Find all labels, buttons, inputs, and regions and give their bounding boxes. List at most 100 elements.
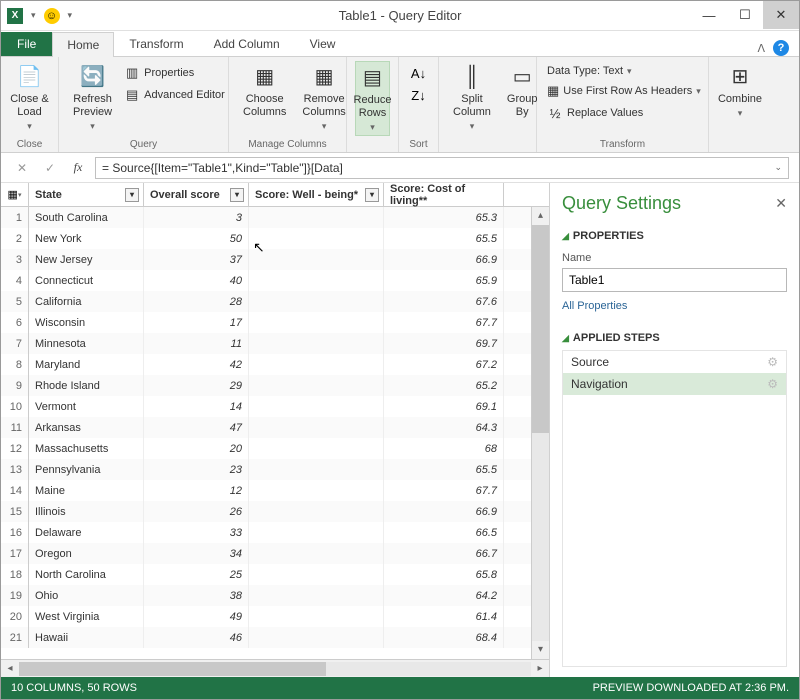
query-name-input[interactable] [562,268,787,292]
choose-columns-button[interactable]: ▦Choose Columns [237,61,292,121]
cell-overall-score[interactable]: 46 [144,627,249,648]
col-header-overall[interactable]: Overall score▾ [144,183,249,206]
scroll-thumb[interactable] [532,225,549,433]
applied-steps-heading[interactable]: ◢APPLIED STEPS [562,332,787,344]
table-row[interactable]: 12Massachusetts2068 [1,438,531,459]
data-type-button[interactable]: Data Type: Text ▾ [545,63,700,79]
cell-wellbeing[interactable] [249,396,384,417]
table-row[interactable]: 10Vermont1469.1 [1,396,531,417]
vertical-scrollbar[interactable]: ▴ ▾ [531,207,549,659]
cell-overall-score[interactable]: 42 [144,354,249,375]
cell-overall-score[interactable]: 3 [144,207,249,228]
formula-cancel-icon[interactable]: ✕ [11,157,33,179]
cell-cost-living[interactable]: 65.5 [384,228,504,249]
cell-overall-score[interactable]: 17 [144,312,249,333]
col-header-wellbeing[interactable]: Score: Well - being*▾ [249,183,384,206]
col-header-cost[interactable]: Score: Cost of living** [384,183,504,206]
table-row[interactable]: 13Pennsylvania2365.5 [1,459,531,480]
close-load-button[interactable]: 📄 Close & Load ▾ [9,61,50,134]
cell-wellbeing[interactable] [249,249,384,270]
cell-state[interactable]: Massachusetts [29,438,144,459]
cell-wellbeing[interactable] [249,501,384,522]
formula-input[interactable]: = Source{[Item="Table1",Kind="Table"]}[D… [95,157,789,179]
formula-accept-icon[interactable]: ✓ [39,157,61,179]
cell-wellbeing[interactable] [249,228,384,249]
table-row[interactable]: 7Minnesota1169.7 [1,333,531,354]
cell-cost-living[interactable]: 65.3 [384,207,504,228]
cell-wellbeing[interactable] [249,438,384,459]
cell-cost-living[interactable]: 67.7 [384,312,504,333]
cell-wellbeing[interactable] [249,585,384,606]
cell-overall-score[interactable]: 33 [144,522,249,543]
help-icon[interactable]: ? [773,40,789,56]
table-row[interactable]: 9Rhode Island2965.2 [1,375,531,396]
cell-cost-living[interactable]: 67.6 [384,291,504,312]
cell-overall-score[interactable]: 25 [144,564,249,585]
scroll-left-icon[interactable]: ◂ [1,663,19,674]
cell-overall-score[interactable]: 37 [144,249,249,270]
cell-state[interactable]: Illinois [29,501,144,522]
cell-wellbeing[interactable] [249,564,384,585]
table-row[interactable]: 6Wisconsin1767.7 [1,312,531,333]
cell-state[interactable]: New York [29,228,144,249]
cell-state[interactable]: Oregon [29,543,144,564]
cell-cost-living[interactable]: 69.7 [384,333,504,354]
gear-icon[interactable]: ⚙ [767,377,778,391]
advanced-editor-button[interactable]: ▤Advanced Editor [122,85,227,105]
scroll-down-icon[interactable]: ▾ [532,641,549,659]
cell-wellbeing[interactable] [249,627,384,648]
filter-dropdown-icon[interactable]: ▾ [230,188,244,202]
cell-wellbeing[interactable] [249,543,384,564]
cell-cost-living[interactable]: 67.7 [384,480,504,501]
smiley-icon[interactable]: ☺ [44,8,60,24]
cell-overall-score[interactable]: 47 [144,417,249,438]
cell-overall-score[interactable]: 38 [144,585,249,606]
first-row-headers-button[interactable]: ▦Use First Row As Headers ▾ [545,81,700,101]
table-row[interactable]: 19Ohio3864.2 [1,585,531,606]
cell-cost-living[interactable]: 64.3 [384,417,504,438]
cell-state[interactable]: Arkansas [29,417,144,438]
cell-overall-score[interactable]: 50 [144,228,249,249]
refresh-preview-button[interactable]: 🔄 Refresh Preview ▾ [67,61,118,134]
cell-wellbeing[interactable] [249,333,384,354]
minimize-button[interactable]: — [691,1,727,29]
close-button[interactable]: ✕ [763,1,799,29]
gear-icon[interactable]: ⚙ [767,355,778,369]
cell-state[interactable]: Vermont [29,396,144,417]
cell-state[interactable]: Ohio [29,585,144,606]
cell-overall-score[interactable]: 34 [144,543,249,564]
cell-cost-living[interactable]: 61.4 [384,606,504,627]
cell-cost-living[interactable]: 69.1 [384,396,504,417]
table-row[interactable]: 5California2867.6 [1,291,531,312]
filter-dropdown-icon[interactable]: ▾ [125,188,139,202]
horizontal-scrollbar[interactable]: ◂ ▸ [1,659,549,677]
cell-state[interactable]: Delaware [29,522,144,543]
properties-heading[interactable]: ◢PROPERTIES [562,230,787,242]
cell-wellbeing[interactable] [249,207,384,228]
col-header-state[interactable]: State▾ [29,183,144,206]
cell-wellbeing[interactable] [249,606,384,627]
table-row[interactable]: 15Illinois2666.9 [1,501,531,522]
cell-wellbeing[interactable] [249,291,384,312]
remove-columns-button[interactable]: ▦Remove Columns▾ [296,61,351,134]
cell-state[interactable]: Minnesota [29,333,144,354]
cell-cost-living[interactable]: 67.2 [384,354,504,375]
cell-cost-living[interactable]: 65.8 [384,564,504,585]
cell-overall-score[interactable]: 11 [144,333,249,354]
table-row[interactable]: 1South Carolina365.3 [1,207,531,228]
cell-cost-living[interactable]: 66.7 [384,543,504,564]
cell-wellbeing[interactable] [249,312,384,333]
table-row[interactable]: 4Connecticut4065.9 [1,270,531,291]
cell-state[interactable]: West Virginia [29,606,144,627]
combine-button[interactable]: ⊞Combine▾ [717,61,763,121]
cell-state[interactable]: Maine [29,480,144,501]
cell-wellbeing[interactable] [249,417,384,438]
file-tab[interactable]: File [1,32,52,56]
sort-asc-icon[interactable]: A↓ [411,65,427,81]
step-source[interactable]: Source⚙ [563,351,786,373]
table-row[interactable]: 16Delaware3366.5 [1,522,531,543]
reduce-rows-button[interactable]: ▤Reduce Rows▾ [355,61,390,136]
sort-desc-icon[interactable]: Z↓ [411,87,427,103]
tab-transform[interactable]: Transform [114,31,198,56]
cell-overall-score[interactable]: 40 [144,270,249,291]
